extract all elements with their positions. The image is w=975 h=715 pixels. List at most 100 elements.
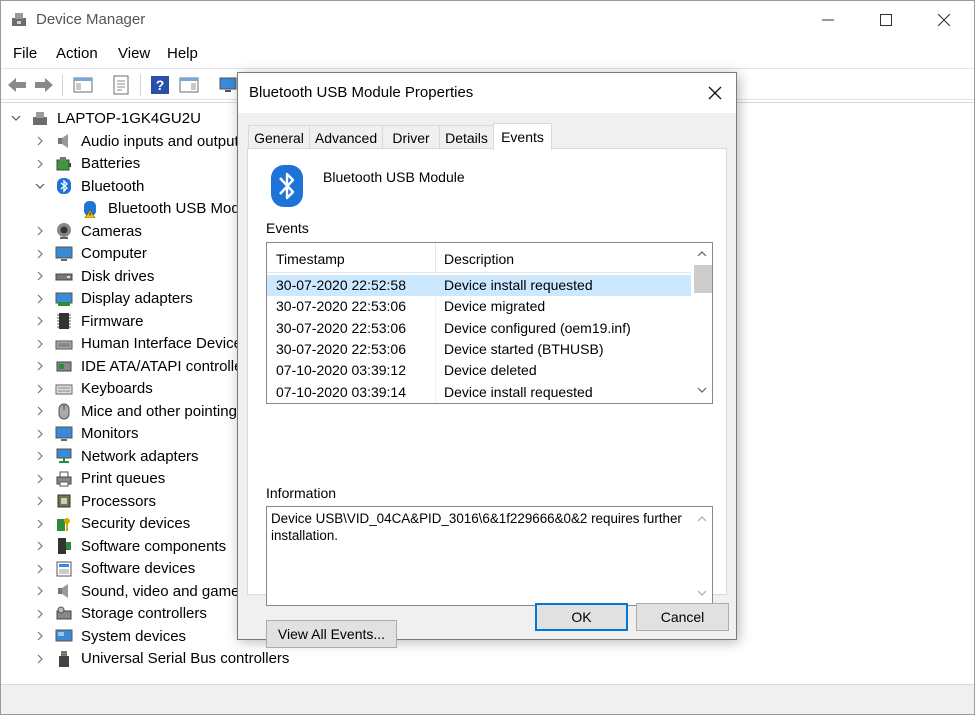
event-row[interactable]: 30-07-2020 22:53:06 Device started (BTHUS… <box>267 339 691 360</box>
event-row[interactable]: 07-10-2020 03:39:12 Device deleted <box>267 360 691 381</box>
scroll-thumb[interactable] <box>694 265 712 293</box>
event-row[interactable]: 30-07-2020 22:53:06 Device configured (oe… <box>267 318 691 339</box>
chevron-right-icon[interactable] <box>34 585 46 597</box>
chevron-right-icon[interactable] <box>34 473 46 485</box>
tree-item-security-devices[interactable]: Security devices <box>34 513 190 535</box>
tree-root[interactable]: LAPTOP-1GK4GU2U <box>10 107 201 129</box>
tree-item-bluetooth[interactable]: Bluetooth <box>34 175 144 197</box>
chevron-right-icon[interactable] <box>34 563 46 575</box>
show-hide-console-tree-button[interactable] <box>72 74 94 96</box>
tab-events[interactable]: Events <box>493 123 552 150</box>
chevron-right-icon[interactable] <box>34 225 46 237</box>
chevron-right-icon[interactable] <box>34 518 46 530</box>
tree-item-computer[interactable]: Computer <box>34 243 147 265</box>
tree-item-label: Audio inputs and outputs <box>81 132 247 150</box>
tree-item-software-components[interactable]: Software components <box>34 535 226 557</box>
events-scrollbar[interactable] <box>692 243 712 403</box>
device-name: Bluetooth USB Module <box>323 169 465 185</box>
column-header-description[interactable]: Description <box>444 251 514 267</box>
column-header-timestamp[interactable]: Timestamp <box>276 251 345 267</box>
scroll-up-arrow-icon[interactable] <box>696 248 708 260</box>
minimize-button[interactable] <box>805 0 851 40</box>
chevron-right-icon[interactable] <box>34 495 46 507</box>
dialog-title-bar: Bluetooth USB Module Properties <box>238 73 736 113</box>
chevron-right-icon[interactable] <box>34 450 46 462</box>
menu-help[interactable]: Help <box>167 45 198 62</box>
chevron-right-icon[interactable] <box>34 653 46 665</box>
tree-item-network-adapters[interactable]: Network adapters <box>34 445 199 467</box>
tab-driver[interactable]: Driver <box>382 125 440 149</box>
help-button[interactable]: ? <box>149 74 171 96</box>
back-button[interactable] <box>6 74 28 96</box>
tree-item-cameras[interactable]: Cameras <box>34 220 142 242</box>
maximize-button[interactable] <box>863 0 909 40</box>
scroll-up-arrow-icon[interactable] <box>696 513 708 525</box>
chevron-right-icon[interactable] <box>34 338 46 350</box>
tree-item-software-devices[interactable]: Software devices <box>34 558 195 580</box>
menu-view[interactable]: View <box>118 45 150 62</box>
chevron-down-icon[interactable] <box>34 180 46 192</box>
tree-item-firmware[interactable]: Firmware <box>34 310 144 332</box>
tree-item-ide-ata-atapi-controllers[interactable]: IDE ATA/ATAPI controllers <box>34 355 255 377</box>
chevron-right-icon[interactable] <box>34 608 46 620</box>
tree-item-disk-drives[interactable]: Disk drives <box>34 265 154 287</box>
chevron-right-icon[interactable] <box>34 428 46 440</box>
storage-controller-icon <box>55 605 73 623</box>
tree-item-monitors[interactable]: Monitors <box>34 423 139 445</box>
scroll-down-arrow-icon[interactable] <box>696 587 708 599</box>
tree-item-label: Batteries <box>81 155 141 172</box>
column-divider[interactable] <box>435 243 436 273</box>
cancel-button[interactable]: Cancel <box>636 603 729 631</box>
monitor-icon <box>55 425 73 443</box>
tree-root-label: LAPTOP-1GK4GU2U <box>57 109 201 127</box>
view-all-events-button[interactable]: View All Events... <box>266 620 397 648</box>
chevron-down-icon[interactable] <box>10 112 22 124</box>
chevron-right-icon[interactable] <box>34 315 46 327</box>
chevron-right-icon[interactable] <box>34 405 46 417</box>
chevron-right-icon[interactable] <box>34 248 46 260</box>
menu-action[interactable]: Action <box>56 45 98 62</box>
scan-hardware-button[interactable] <box>217 74 239 96</box>
event-row[interactable]: 07-10-2020 03:39:14 Device install reques… <box>267 382 691 403</box>
tree-item-audio-inputs-and-outputs[interactable]: Audio inputs and outputs <box>34 130 246 152</box>
scroll-down-arrow-icon[interactable] <box>696 384 708 396</box>
speaker-icon <box>55 132 73 150</box>
chevron-right-icon[interactable] <box>34 383 46 395</box>
tree-item-keyboards[interactable]: Keyboards <box>34 378 153 400</box>
chevron-right-icon[interactable] <box>34 630 46 642</box>
tree-item-print-queues[interactable]: Print queues <box>34 468 165 490</box>
chevron-right-icon[interactable] <box>34 135 46 147</box>
event-row[interactable]: 30-07-2020 22:52:58 Device install reques… <box>267 275 691 296</box>
chevron-right-icon[interactable] <box>34 158 46 170</box>
close-window-button[interactable] <box>921 0 967 40</box>
information-scrollbar[interactable] <box>692 507 712 605</box>
tree-item-display-adapters[interactable]: Display adapters <box>34 288 193 310</box>
tree-item-storage-controllers[interactable]: Storage controllers <box>34 603 207 625</box>
tree-item-system-devices[interactable]: System devices <box>34 625 186 647</box>
menu-file[interactable]: File <box>13 45 37 62</box>
chevron-right-icon[interactable] <box>34 540 46 552</box>
properties-icon <box>113 75 129 95</box>
tab-details[interactable]: Details <box>439 125 494 149</box>
forward-button[interactable] <box>33 74 55 96</box>
forward-arrow-icon <box>35 78 53 92</box>
information-textbox[interactable]: Device USB\VID_04CA&PID_3016\6&1f229666&… <box>266 506 713 606</box>
window-title: Device Manager <box>36 11 146 28</box>
dialog-close-button[interactable] <box>700 79 730 107</box>
action-pane-button[interactable] <box>178 74 200 96</box>
tab-general[interactable]: General <box>248 125 310 149</box>
properties-button[interactable] <box>110 74 132 96</box>
tab-advanced[interactable]: Advanced <box>309 125 383 149</box>
tree-item-bluetooth-usb-module[interactable]: Bluetooth USB Module <box>82 198 260 220</box>
ok-button[interactable]: OK <box>535 603 628 631</box>
chevron-right-icon[interactable] <box>34 270 46 282</box>
tree-item-batteries[interactable]: Batteries <box>34 153 140 175</box>
chevron-right-icon[interactable] <box>34 293 46 305</box>
tree-item-universal-serial-bus-controllers[interactable]: Universal Serial Bus controllers <box>34 648 289 670</box>
network-adapter-icon <box>55 447 73 465</box>
usb-icon <box>55 650 73 668</box>
chevron-right-icon[interactable] <box>34 360 46 372</box>
tree-item-processors[interactable]: Processors <box>34 490 156 512</box>
tree-item-human-interface-devices[interactable]: Human Interface Devices <box>34 333 249 355</box>
event-row[interactable]: 30-07-2020 22:53:06 Device migrated <box>267 296 691 317</box>
